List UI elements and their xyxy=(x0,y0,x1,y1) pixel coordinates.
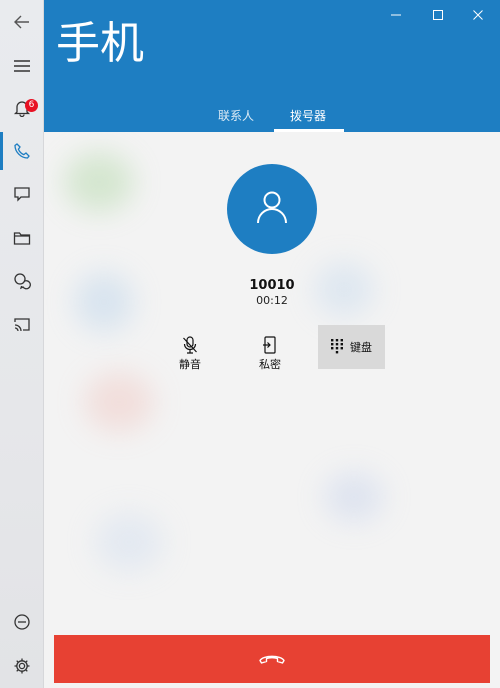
rail-item-files[interactable] xyxy=(0,216,44,260)
hang-up-button[interactable] xyxy=(54,635,490,683)
back-button[interactable] xyxy=(0,0,44,44)
maximize-button[interactable] xyxy=(416,0,460,30)
call-duration: 00:12 xyxy=(256,294,288,307)
settings-button[interactable] xyxy=(0,644,44,688)
back-arrow-icon xyxy=(13,13,31,31)
minimize-button[interactable] xyxy=(374,0,418,30)
maximize-icon xyxy=(432,6,444,25)
hang-up-icon xyxy=(258,650,286,669)
message-icon xyxy=(13,185,31,203)
close-button[interactable] xyxy=(456,0,500,30)
mute-label: 静音 xyxy=(179,358,201,371)
privacy-label: 私密 xyxy=(259,358,281,371)
rail-item-messages[interactable] xyxy=(0,172,44,216)
notification-count-badge: 6 xyxy=(25,99,38,112)
background-blur xyxy=(64,152,134,212)
tab-dialer[interactable]: 拨号器 xyxy=(281,100,335,132)
dialpad-icon xyxy=(330,338,344,358)
privacy-button[interactable]: 私密 xyxy=(237,326,303,371)
background-blur xyxy=(324,472,384,522)
minus-circle-icon xyxy=(13,613,31,631)
app-header: 手机 联系人 拨号器 xyxy=(44,0,500,132)
background-blur xyxy=(94,512,164,572)
hamburger-menu-icon xyxy=(13,59,31,73)
keypad-label: 键盘 xyxy=(350,341,372,354)
rail-item-minus[interactable] xyxy=(0,600,44,644)
phone-icon xyxy=(13,142,31,160)
phone-transfer-icon xyxy=(262,336,278,358)
rail-item-screen-mirror[interactable] xyxy=(0,303,44,347)
caller-number: 10010 xyxy=(249,278,295,293)
mute-button[interactable]: 静音 xyxy=(157,326,223,371)
person-icon xyxy=(252,187,292,231)
app-title: 手机 xyxy=(56,18,144,69)
keypad-button[interactable]: 键盘 xyxy=(318,325,385,369)
cast-screen-icon xyxy=(13,317,31,333)
folder-icon xyxy=(13,230,31,246)
background-blur xyxy=(84,372,154,432)
mic-off-icon xyxy=(182,336,198,358)
navigation-rail: 6 xyxy=(0,0,44,688)
tab-contacts[interactable]: 联系人 xyxy=(210,100,262,132)
tab-bar: 联系人 拨号器 xyxy=(44,100,500,132)
menu-button[interactable] xyxy=(0,44,44,88)
close-icon xyxy=(472,6,484,25)
minimize-icon xyxy=(390,6,402,25)
rail-item-calls[interactable] xyxy=(0,129,44,173)
call-panel: 10010 00:12 静音 私密 键盘 xyxy=(44,132,500,688)
caller-avatar xyxy=(227,164,317,254)
rail-item-chat[interactable] xyxy=(0,259,44,303)
gear-icon xyxy=(13,657,31,675)
chat-icon xyxy=(13,272,31,290)
